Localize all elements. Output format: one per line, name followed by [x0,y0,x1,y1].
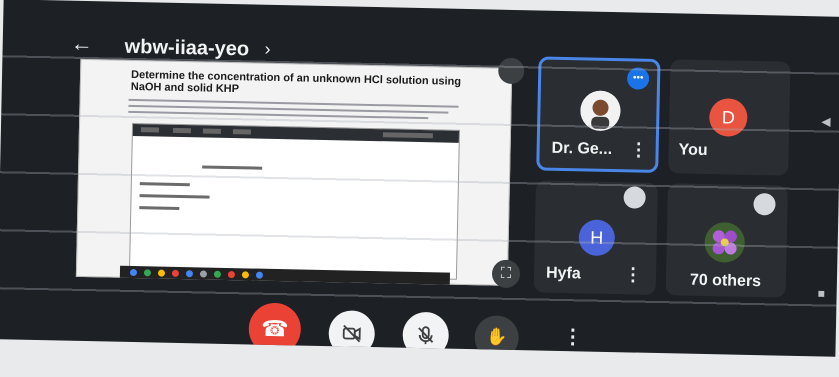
more-vertical-icon[interactable]: ⋮ [629,139,647,160]
participant-tile-hyfa[interactable]: H Hyfa ⋮ [533,180,658,295]
embedded-item [139,206,180,210]
more-options-button[interactable]: ⋮ [552,317,593,357]
participant-name: Hyfa [545,264,581,283]
participant-tile-you[interactable]: D You [668,59,791,176]
participant-tile-others[interactable]: 70 others [665,183,788,298]
avatar-photo [580,90,621,132]
participant-name: You [678,141,708,160]
mic-status-icon [623,186,646,209]
side-arrow-icon[interactable]: ◀ [821,114,831,128]
mic-off-icon [418,326,434,345]
avatar-letter: D [708,98,748,137]
pin-icon[interactable] [497,57,525,85]
side-square-icon[interactable]: ■ [818,286,826,300]
camera-toggle-button[interactable] [328,310,376,357]
phone-hangup-icon: ☎ [260,315,289,342]
back-arrow-icon[interactable]: ← [68,31,95,58]
embedded-item [139,182,190,187]
more-vertical-icon: ⋮ [562,326,583,349]
person-photo-icon [580,90,621,131]
presentation-heading: Determine the concentration of an unknow… [130,68,462,96]
chevron-right-icon[interactable]: › [264,39,270,60]
participant-tile-dr-ge[interactable]: ••• Dr. Ge... ⋮ [536,56,661,173]
more-vertical-icon[interactable]: ⋮ [624,264,642,285]
participant-name: Dr. Ge... [551,139,613,159]
embedded-item [139,194,210,199]
raise-hand-button[interactable]: ✋ [474,315,520,357]
meet-screen: ← wbw-iiaa-yeo › Determine the concentra… [0,0,839,357]
shared-presentation[interactable]: Determine the concentration of an unknow… [75,58,513,286]
mic-toggle-button[interactable] [402,311,450,357]
embedded-item [202,165,263,170]
avatar-letter: H [578,219,616,257]
raise-hand-icon: ✋ [485,327,508,347]
speaking-indicator-icon: ••• [626,67,650,90]
embedded-screenshot [128,122,461,280]
fullscreen-icon[interactable]: ⛶ [491,259,521,289]
embedded-menu-bar [132,123,459,143]
flower-avatar-icon [704,221,746,263]
meeting-code[interactable]: wbw-iiaa-yeo [124,36,249,62]
mic-status-icon [753,193,776,216]
camera-off-icon [342,324,361,343]
end-call-button[interactable]: ☎ [248,302,302,356]
participant-name: 70 others [689,271,762,291]
